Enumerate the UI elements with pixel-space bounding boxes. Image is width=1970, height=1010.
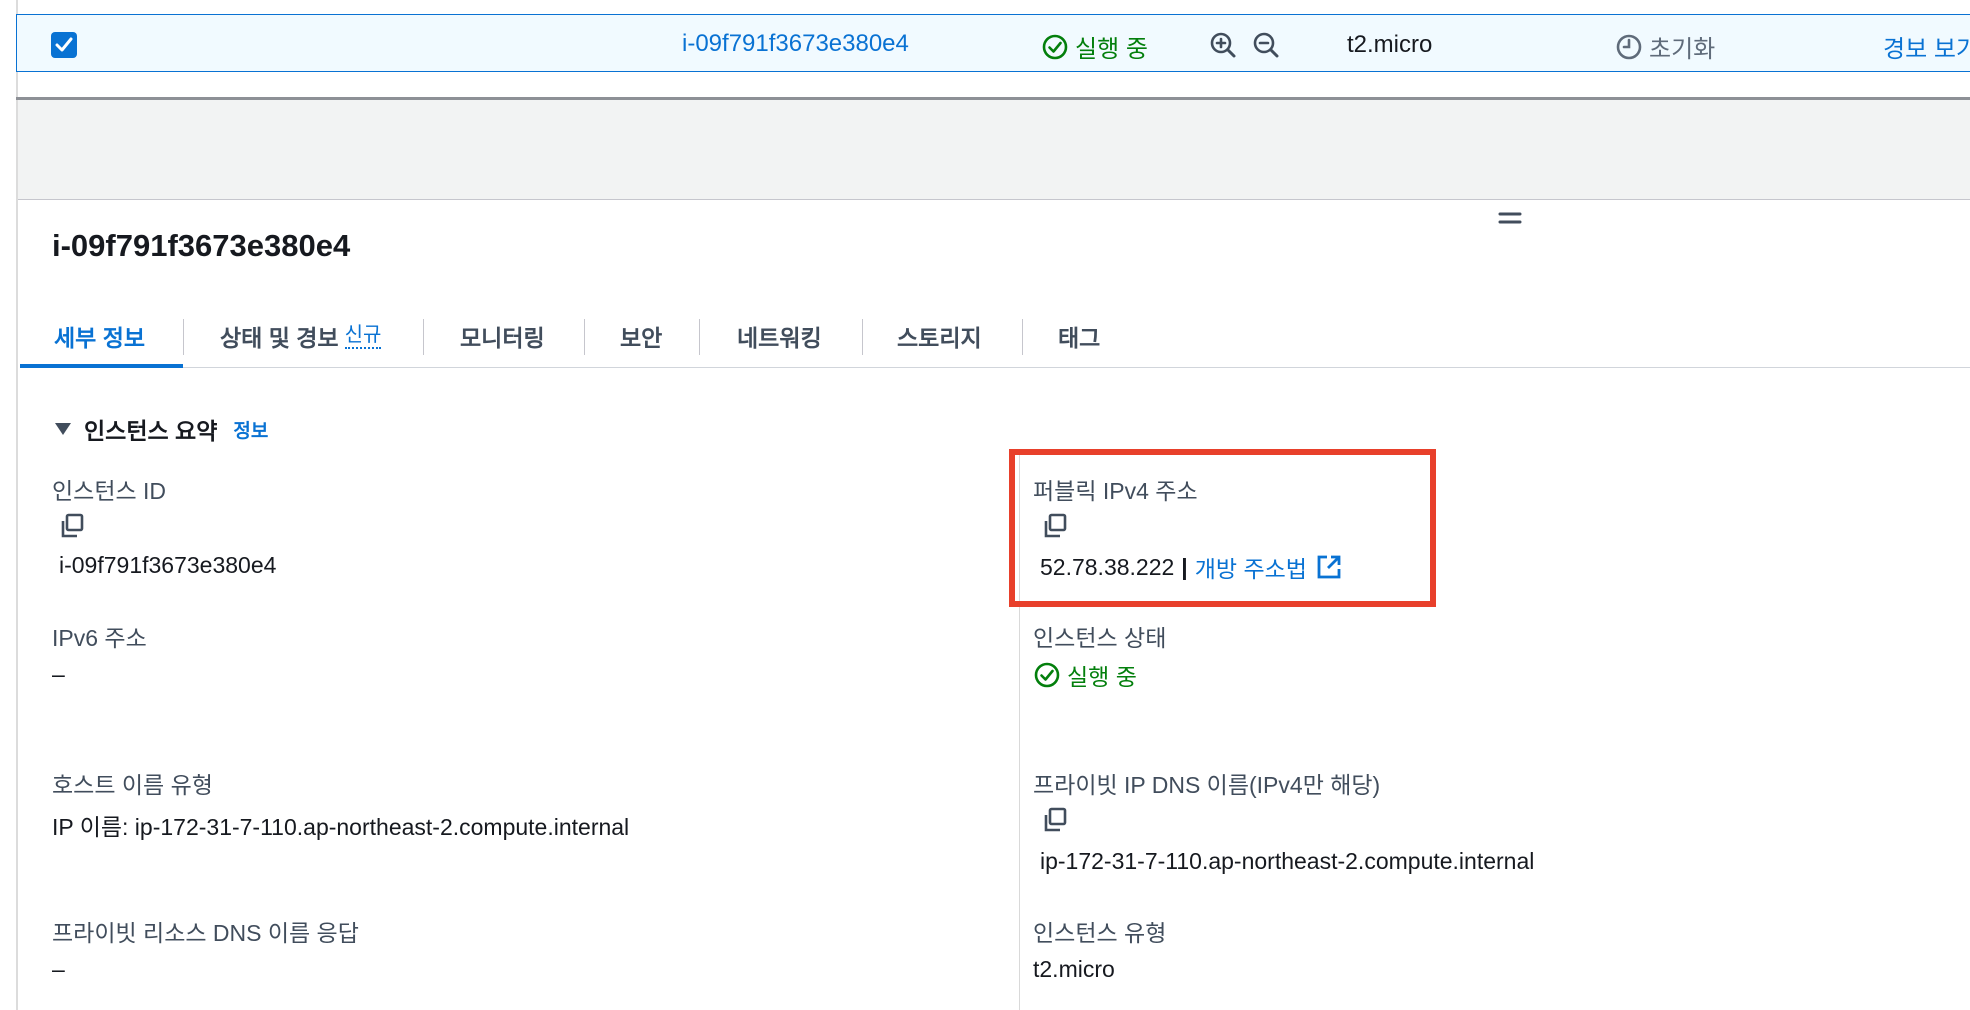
caret-down-icon[interactable] [54,422,72,436]
success-check-icon [1042,34,1068,59]
view-alarms-link[interactable]: 경보 보기 [1883,29,1970,64]
active-tab-indicator [20,364,183,368]
private-ip-dns-value: ip-172-31-7-110.ap-northeast-2.compute.i… [1040,848,1535,874]
tab-separator [862,319,863,355]
tab-separator [584,319,585,355]
tab-tags[interactable]: 태그 [1058,303,1100,368]
tab-security[interactable]: 보안 [620,303,662,368]
instance-id-label: 인스턴스 ID [52,478,167,504]
tab-separator [423,319,424,355]
detail-title: i-09f791f3673e380e4 [52,228,351,263]
zoom-in-icon[interactable] [1209,31,1237,59]
private-ip-dns-label: 프라이빗 IP DNS 이름(IPv4만 해당) [1033,772,1381,798]
copy-icon[interactable] [58,512,86,540]
ipv6-label: IPv6 주소 [52,625,147,651]
section-title: 인스턴스 요약 [84,418,218,444]
check-icon [55,37,73,52]
drag-handle-icon[interactable] [1498,210,1522,226]
tab-separator [1022,319,1023,355]
split-panel-spacer [18,100,1970,200]
row-status-label: 실행 중 [1075,36,1148,63]
tab-tags-label: 태그 [1058,324,1101,351]
tab-status-alarms-label: 상태 및 경보 [220,324,339,351]
instance-state-text: 실행 중 [1067,664,1137,690]
row-checkbox[interactable] [51,32,77,58]
tab-separator [699,319,700,355]
instance-state-label: 인스턴스 상태 [1033,625,1167,651]
tab-storage-label: 스토리지 [897,324,982,351]
row-instance-id-link[interactable]: i-09f791f3673e380e4 [682,30,909,58]
zoom-out-icon[interactable] [1252,31,1280,59]
success-check-icon [1034,662,1060,688]
section-header[interactable]: 인스턴스 요약 정보 [54,412,268,446]
copy-icon[interactable] [1041,806,1069,834]
tab-storage[interactable]: 스토리지 [897,303,982,368]
info-link[interactable]: 정보 [233,416,268,443]
tab-monitoring[interactable]: 모니터링 [460,303,545,368]
tab-separator [183,319,184,355]
tab-bar: 세부 정보 상태 및 경보 신규 모니터링 보안 네트워킹 스토리지 태그 [20,303,1970,368]
tab-networking[interactable]: 네트워킹 [737,303,822,368]
tab-details[interactable]: 세부 정보 [54,303,145,368]
instance-id-value: i-09f791f3673e380e4 [59,552,277,578]
row-status: 실행 중 [1041,29,1148,64]
clock-icon [1616,34,1642,59]
tab-security-label: 보안 [620,324,663,351]
instance-table-row[interactable]: i-09f791f3673e380e4 실행 중 t2.micro 초기화 경보… [16,14,1970,72]
new-badge: 신규 [344,323,382,349]
row-instance-type: t2.micro [1347,31,1433,58]
tab-networking-label: 네트워킹 [737,324,822,351]
tab-details-label: 세부 정보 [54,324,146,351]
hostname-type-value: IP 이름: ip-172-31-7-110.ap-northeast-2.co… [52,814,630,840]
instance-state-value: 실행 중 [1033,658,1137,692]
private-resource-dns-label: 프라이빗 리소스 DNS 이름 응답 [52,920,359,946]
private-resource-dns-value: – [52,956,65,982]
row-status-check: 초기화 [1615,29,1715,64]
instance-type-value: t2.micro [1033,956,1115,982]
highlight-box [1009,449,1436,607]
hostname-type-label: 호스트 이름 유형 [52,772,213,798]
ipv6-value: – [52,661,65,687]
instance-type-label: 인스턴스 유형 [1033,920,1167,946]
tab-status-alarms[interactable]: 상태 및 경보 신규 [220,303,382,368]
tab-monitoring-label: 모니터링 [460,324,545,351]
row-status-check-label: 초기화 [1649,36,1716,63]
